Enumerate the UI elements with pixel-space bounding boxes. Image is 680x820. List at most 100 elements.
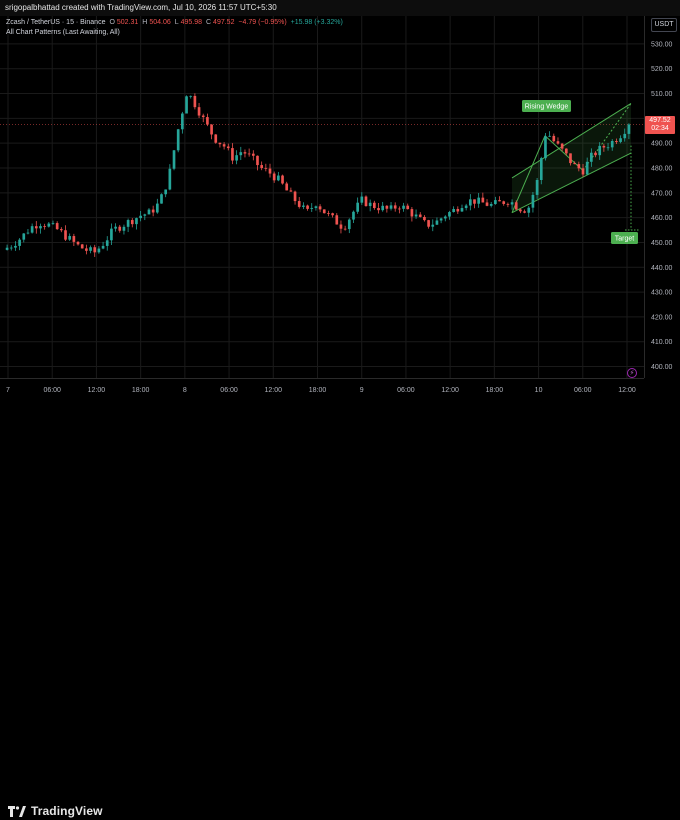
- indicator-name[interactable]: All Chart Patterns (Last Awaiting, All): [6, 28, 345, 38]
- candle-body: [60, 229, 63, 231]
- candle-body: [185, 96, 188, 114]
- price-tick-label: 470.00: [651, 190, 673, 197]
- price-tick-label: 520.00: [651, 66, 673, 73]
- candle-body: [272, 173, 276, 181]
- candle-body: [464, 205, 468, 209]
- price-tick-label: 480.00: [651, 165, 673, 172]
- candle-body: [473, 199, 476, 204]
- candle-body: [297, 201, 301, 207]
- candle-body: [214, 134, 218, 143]
- time-tick-label: 12:00: [88, 387, 106, 394]
- candle-body: [610, 140, 614, 148]
- candle-body: [623, 133, 627, 139]
- candle-body: [552, 135, 556, 142]
- currency-badge[interactable]: USDT: [651, 18, 677, 32]
- rising-wedge-pattern[interactable]: [511, 103, 640, 231]
- candle-body: [168, 168, 172, 190]
- candle-body: [135, 218, 138, 225]
- candle-body: [126, 220, 130, 227]
- time-tick-label: 7: [6, 387, 10, 394]
- candle-body: [577, 164, 581, 169]
- candle-body: [181, 113, 184, 130]
- candle-body: [164, 189, 168, 195]
- candle-body: [143, 214, 147, 216]
- candle-body: [431, 224, 435, 227]
- lightning-icon[interactable]: ⚡: [627, 368, 637, 378]
- price-axis[interactable]: 400.00 410.00 420.00 430.00 440.00 450.00 460.…: [644, 16, 680, 378]
- candle-body: [89, 247, 92, 251]
- candle-body: [448, 212, 451, 217]
- footer: TradingView: [0, 398, 680, 818]
- chart-legend: Zcash / TetherUS · 15 · Binance O 502.31 …: [6, 18, 345, 38]
- candle-body: [439, 218, 443, 221]
- candle-body: [68, 236, 72, 240]
- time-axis[interactable]: 7 06:00 12:00 18:00 8 06:00 12:00 18:00 9 06:00 12…: [0, 378, 644, 398]
- time-tick-label: 12:00: [441, 387, 459, 394]
- candle-body: [418, 214, 422, 217]
- candle-body: [544, 136, 547, 159]
- time-tick-label: 18:00: [309, 387, 327, 394]
- candle-body: [602, 145, 606, 148]
- time-tick-label: 06:00: [43, 387, 61, 394]
- candle-body: [590, 152, 593, 162]
- candle-body: [235, 155, 238, 161]
- price-tick-label: 440.00: [651, 265, 673, 272]
- candle-body: [197, 107, 201, 116]
- candle-body: [43, 226, 46, 227]
- time-tick-label: 06:00: [397, 387, 415, 394]
- candle-body: [281, 175, 284, 184]
- time-tick-label: 06:00: [574, 387, 592, 394]
- candle-body: [114, 226, 117, 229]
- price-tick-label: 420.00: [651, 314, 673, 321]
- candle-body: [231, 148, 234, 161]
- time-tick-label: 9: [360, 387, 364, 394]
- candle-body: [564, 148, 568, 154]
- price-tick-label: 460.00: [651, 215, 673, 222]
- candle-body: [172, 150, 176, 169]
- candle-body: [569, 153, 572, 164]
- candle-body: [510, 202, 514, 205]
- time-tick-label: 8: [183, 387, 187, 394]
- candle-body: [260, 165, 263, 169]
- candle-body: [327, 213, 330, 215]
- time-tick-label: 06:00: [220, 387, 238, 394]
- chart-plot-area[interactable]: Rising Wedge Target: [0, 16, 644, 378]
- symbol-name[interactable]: Zcash / TetherUS · 15 · Binance: [6, 19, 105, 26]
- candle-body: [364, 196, 368, 207]
- candle-body: [335, 215, 339, 225]
- candle-body: [393, 205, 397, 209]
- price-tick-label: 400.00: [651, 364, 673, 371]
- candle-body: [627, 124, 631, 134]
- price-tick-label: 430.00: [651, 290, 673, 297]
- candle-body: [360, 196, 364, 203]
- candle-body: [402, 205, 405, 209]
- candle-body: [506, 203, 510, 205]
- change-value: −4.79 (−0.95%): [238, 19, 287, 26]
- candle-body: [122, 226, 126, 231]
- time-tick-label: 18:00: [132, 387, 150, 394]
- candle-body: [414, 214, 418, 217]
- candle-body: [130, 220, 134, 225]
- candle-body: [39, 226, 42, 229]
- candle-body: [615, 140, 618, 142]
- candle-body: [556, 141, 560, 144]
- tradingview-logo[interactable]: TradingView: [8, 802, 103, 820]
- candle-body: [352, 211, 355, 220]
- candle-body: [598, 145, 602, 156]
- candle-body: [264, 168, 268, 169]
- candle-body: [581, 168, 585, 175]
- current-price-tag: 497.52 02:34: [645, 116, 675, 134]
- candle-body: [452, 208, 455, 213]
- candle-body: [222, 144, 226, 147]
- candle-body: [489, 203, 493, 206]
- open-value: 502.31: [116, 19, 139, 26]
- brand-name: TradingView: [31, 804, 103, 818]
- candle-body: [256, 155, 259, 166]
- candle-body: [302, 205, 305, 207]
- candle-body: [5, 247, 9, 250]
- candle-body: [314, 206, 318, 208]
- candle-body: [243, 152, 247, 154]
- candle-body: [306, 205, 309, 209]
- candle-body: [147, 209, 151, 215]
- price-chart-svg[interactable]: Rising Wedge Target: [0, 16, 644, 378]
